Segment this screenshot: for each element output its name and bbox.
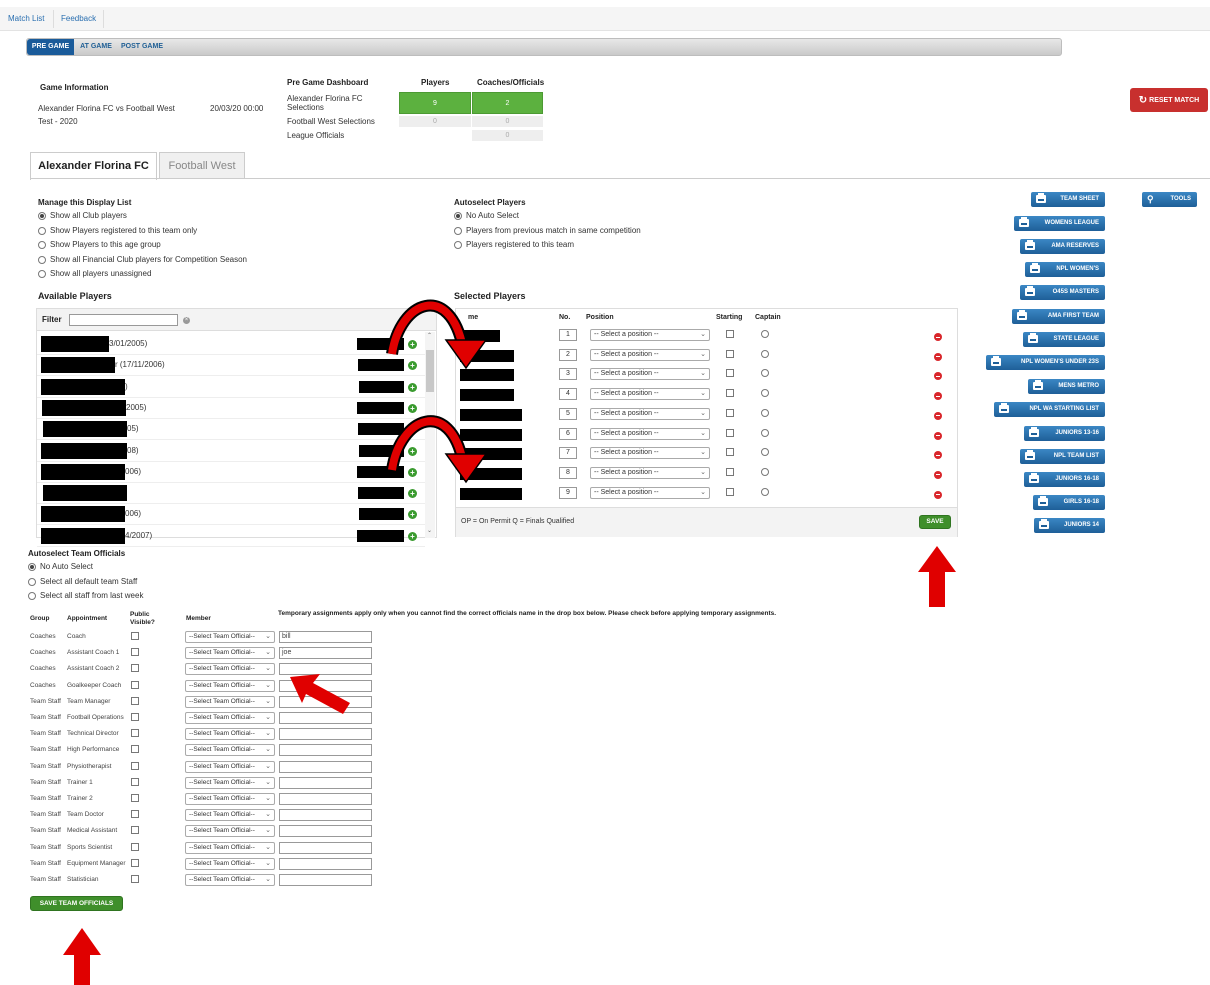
curved-arrow-icon: [386, 415, 488, 484]
annotation-overlay: [63, 299, 956, 985]
curved-arrow-icon: [386, 299, 488, 370]
up-arrow-icon: [918, 546, 956, 607]
up-arrow-icon: [63, 928, 101, 985]
diagonal-arrow-icon: [290, 674, 350, 714]
